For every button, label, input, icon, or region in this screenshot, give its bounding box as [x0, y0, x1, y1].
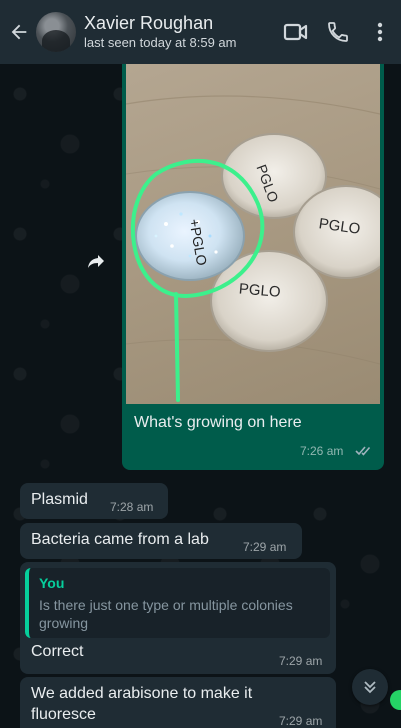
read-receipt-icon	[355, 446, 371, 456]
message-text: Plasmid	[31, 491, 88, 508]
voice-call-button[interactable]	[317, 0, 359, 64]
message-time: 7:28 am	[110, 500, 154, 514]
chat-header: Xavier Roughan last seen today at 8:59 a…	[0, 0, 401, 64]
image-message[interactable]: PGLO PGLO PGLO +PGLO What's growing on h…	[122, 64, 384, 470]
contact-name: Xavier Roughan	[84, 13, 214, 33]
message-bubble[interactable]: Bacteria came from a lab 7:29 am	[20, 523, 302, 559]
video-call-button[interactable]	[275, 0, 317, 64]
forward-icon	[88, 255, 104, 268]
message-time: 7:29 am	[243, 540, 287, 554]
reply-message-bubble[interactable]: You Is there just one type or multiple c…	[20, 562, 336, 674]
message-time: 7:26 am	[300, 444, 344, 458]
message-text: We added arabisone to make it fluoresce	[31, 685, 253, 723]
message-text: Bacteria came from a lab	[31, 531, 209, 548]
quoted-message[interactable]: You Is there just one type or multiple c…	[25, 568, 330, 638]
forward-button[interactable]	[82, 247, 110, 275]
photo-content: PGLO PGLO PGLO +PGLO	[126, 95, 380, 402]
back-arrow-icon	[11, 24, 27, 40]
double-chevron-down-icon	[364, 681, 376, 694]
quote-text: Is there just one type or multiple colon…	[39, 597, 293, 631]
message-time: 7:29 am	[279, 654, 323, 668]
contact-info[interactable]: Xavier Roughan last seen today at 8:59 a…	[84, 12, 275, 52]
more-vertical-icon	[377, 22, 383, 42]
petri-dish-photo[interactable]: PGLO PGLO PGLO +PGLO	[126, 64, 380, 404]
image-caption: What's growing on here	[134, 414, 302, 431]
phone-icon	[328, 22, 348, 42]
video-call-icon	[283, 23, 308, 41]
message-time: 7:29 am	[279, 714, 323, 728]
message-bubble[interactable]: We added arabisone to make it fluoresce …	[20, 677, 336, 728]
more-options-button[interactable]	[359, 0, 401, 64]
message-bubble[interactable]: Plasmid 7:28 am	[20, 483, 168, 519]
photo-label-3: PGLO	[238, 280, 281, 301]
contact-avatar[interactable]	[36, 12, 76, 52]
scroll-to-bottom-button[interactable]	[352, 669, 388, 705]
last-seen-status: last seen today at 8:59 am	[84, 35, 237, 50]
back-button[interactable]	[2, 0, 36, 64]
message-text: Correct	[31, 643, 84, 660]
quote-author: You	[39, 575, 65, 591]
